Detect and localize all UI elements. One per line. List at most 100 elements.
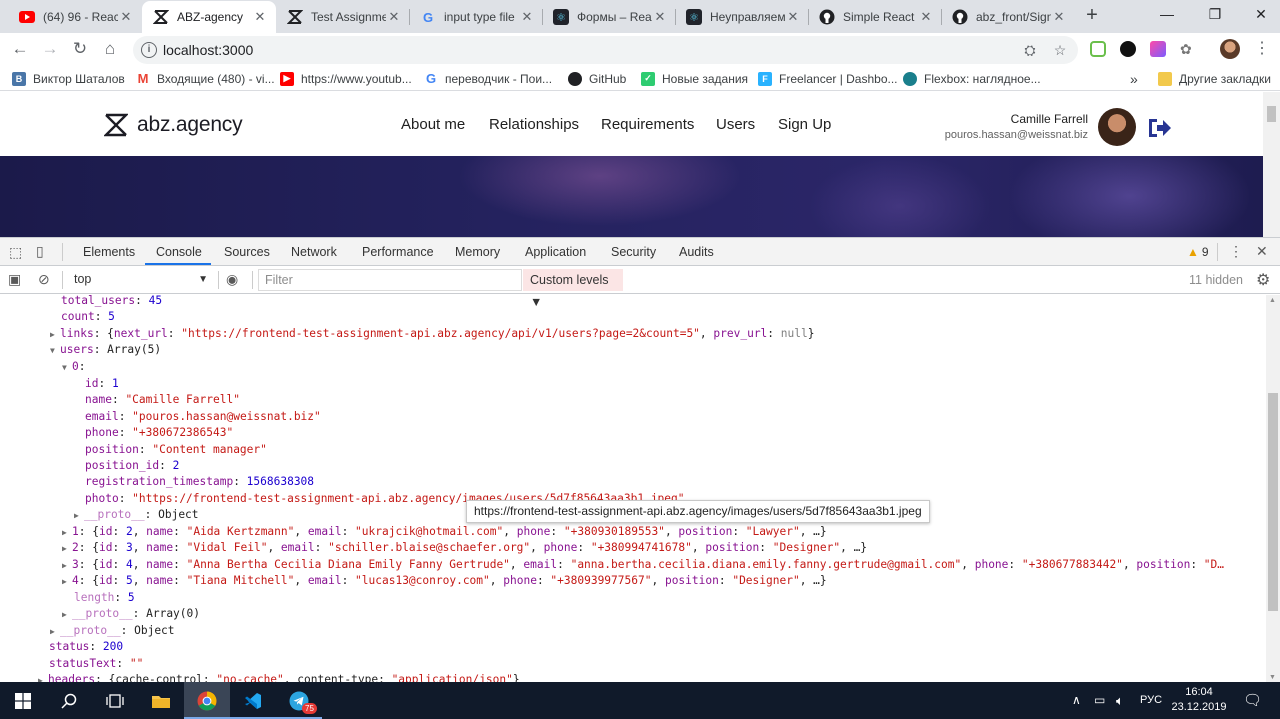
eye-icon[interactable]: ◉ xyxy=(226,271,238,288)
settings-gear-icon[interactable]: ⚙ xyxy=(1256,270,1270,290)
tab-console[interactable]: Console xyxy=(156,245,202,259)
bookmark-item[interactable]: F Freelancer | Dashbo... xyxy=(758,70,898,87)
nav-requirements[interactable]: Requirements xyxy=(601,116,694,133)
other-bookmarks[interactable]: Другие закладки xyxy=(1158,70,1271,87)
console-line-users[interactable]: ▼ users: Array(5) xyxy=(50,342,161,358)
devtools-close-icon[interactable]: ✕ xyxy=(1256,243,1268,260)
console-scrollbar[interactable]: ▲ ▼ xyxy=(1266,295,1280,683)
tray-chevron-up-icon[interactable]: ∧ xyxy=(1072,682,1081,719)
telegram-icon[interactable]: 75 xyxy=(276,682,322,719)
task-view-icon[interactable] xyxy=(92,682,138,719)
tab-network[interactable]: Network xyxy=(291,245,337,259)
windows-start-icon[interactable] xyxy=(0,682,46,719)
extension-color-icon[interactable] xyxy=(1150,41,1166,57)
nav-sign-up[interactable]: Sign Up xyxy=(778,116,831,133)
profile-avatar[interactable] xyxy=(1220,39,1240,59)
browser-tab-6[interactable]: ⚛ Неуправляемые ✕ xyxy=(675,1,809,33)
url-text[interactable]: localhost:3000 xyxy=(163,42,253,58)
sign-out-icon[interactable] xyxy=(1148,117,1172,139)
tab-application[interactable]: Application xyxy=(525,245,586,259)
bookmark-item[interactable]: В Виктор Шаталов xyxy=(12,70,125,87)
tab-audits[interactable]: Audits xyxy=(679,245,714,259)
bookmark-item[interactable]: ✓ Новые задания xyxy=(641,70,748,87)
inspect-element-icon[interactable]: ⬚ xyxy=(9,244,22,261)
browser-tab-5[interactable]: ⚛ Формы – React ✕ xyxy=(542,1,676,33)
close-icon[interactable]: ✕ xyxy=(118,9,134,25)
clock[interactable]: 16:04 23.12.2019 xyxy=(1168,685,1230,715)
nav-about-me[interactable]: About me xyxy=(401,116,465,133)
more-bookmarks-chevron-icon[interactable]: » xyxy=(1130,70,1138,87)
url-tooltip: https://frontend-test-assignment-api.abz… xyxy=(466,500,930,523)
console-line-proto[interactable]: ▶ __proto__: Object xyxy=(74,507,199,523)
console-line-user-2[interactable]: ▶ 2: {id: 3, name: "Vidal Feil", email: "… xyxy=(62,540,867,556)
info-icon[interactable]: i xyxy=(141,42,157,58)
context-select[interactable]: top ▼ xyxy=(66,269,214,290)
address-bar[interactable]: i localhost:3000 ⛭ ☆ xyxy=(133,36,1078,64)
bookmark-item[interactable]: Gпереводчик - Пои... xyxy=(424,70,552,87)
devtools-menu-kebab-icon[interactable]: ⋮ xyxy=(1229,243,1243,260)
browser-tab-8[interactable]: abz_front/Sign ✕ xyxy=(941,1,1075,33)
volume-icon[interactable]: 🔈︎ xyxy=(1116,682,1124,719)
browser-tab-3[interactable]: Test Assignment ✕ xyxy=(276,1,410,33)
bookmark-item[interactable]: ▶ https://www.youtub... xyxy=(280,70,412,87)
search-icon[interactable] xyxy=(46,682,92,719)
nav-relationships[interactable]: Relationships xyxy=(489,116,579,133)
home-icon[interactable]: ⌂ xyxy=(98,37,122,61)
notifications-icon[interactable]: 🗨︎ xyxy=(1243,682,1262,719)
chrome-icon[interactable] xyxy=(184,682,230,719)
restore-icon[interactable]: ❐ xyxy=(1192,3,1238,25)
tab-security[interactable]: Security xyxy=(611,245,656,259)
extension-puzzle-icon[interactable]: ✿ xyxy=(1180,41,1196,57)
console-line-user-1[interactable]: ▶ 1: {id: 2, name: "Aida Kertzmann", emai… xyxy=(62,524,827,540)
close-icon[interactable]: ✕ xyxy=(519,9,535,25)
console-line-user-3[interactable]: ▶ 3: {id: 4, name: "Anna Bertha Cecilia D… xyxy=(62,557,1240,573)
console-line-proto[interactable]: ▶ __proto__: Array(0) xyxy=(62,606,200,622)
minimize-icon[interactable]: — xyxy=(1144,3,1190,25)
extension-play-icon[interactable] xyxy=(1120,41,1136,57)
tab-performance[interactable]: Performance xyxy=(362,245,434,259)
nav-users[interactable]: Users xyxy=(716,116,755,133)
log-levels-dropdown[interactable]: Custom levels ▼ xyxy=(523,269,623,309)
console-line-links[interactable]: ▶ links: {next_url: "https://frontend-tes… xyxy=(50,326,814,342)
language-indicator[interactable]: РУС xyxy=(1140,682,1162,719)
extension-node-icon[interactable] xyxy=(1090,41,1106,57)
site-logo[interactable]: abz.agency xyxy=(104,113,243,137)
sidebar-toggle-icon[interactable]: ▣ xyxy=(8,271,21,288)
tab-sources[interactable]: Sources xyxy=(224,245,270,259)
close-icon[interactable]: ✕ xyxy=(785,9,801,25)
close-icon[interactable]: ✕ xyxy=(652,9,668,25)
reload-icon[interactable]: ↻ xyxy=(68,37,92,61)
close-icon[interactable]: ✕ xyxy=(252,9,268,25)
console-line-user-4[interactable]: ▶ 4: {id: 5, name: "Tiana Mitchell", emai… xyxy=(62,573,827,589)
warnings-counter[interactable]: ▲ 9 xyxy=(1187,245,1209,259)
window-close-icon[interactable]: ✕ xyxy=(1238,3,1280,25)
tab-memory[interactable]: Memory xyxy=(455,245,500,259)
battery-icon[interactable]: ▭ xyxy=(1094,682,1105,719)
vscode-icon[interactable] xyxy=(230,682,276,719)
device-toolbar-icon[interactable]: ▯ xyxy=(36,243,44,260)
tab-title: Test Assignment xyxy=(311,10,386,24)
browser-tab-4[interactable]: G input type file ✕ xyxy=(409,1,543,33)
browser-tab-2[interactable]: ABZ-agency ✕ xyxy=(142,1,276,33)
browser-tab-7[interactable]: Simple React F ✕ xyxy=(808,1,942,33)
star-icon[interactable]: ☆ xyxy=(1052,42,1068,58)
close-icon[interactable]: ✕ xyxy=(386,9,402,25)
new-tab-plus-icon[interactable]: + xyxy=(1082,5,1102,25)
browser-tab-1[interactable]: (64) 96 - React ✕ xyxy=(8,1,142,33)
close-icon[interactable]: ✕ xyxy=(1051,9,1067,25)
filter-input[interactable]: Filter xyxy=(258,269,522,291)
back-arrow-icon[interactable]: ← xyxy=(8,37,32,61)
tab-elements[interactable]: Elements xyxy=(83,245,135,259)
menu-kebab-icon[interactable]: ⋮ xyxy=(1254,41,1270,57)
file-explorer-icon[interactable] xyxy=(138,682,184,719)
console-line-user-0[interactable]: ▼ 0: xyxy=(62,359,86,375)
translate-icon[interactable]: ⛭ xyxy=(1022,42,1038,58)
bookmark-item[interactable]: GitHub xyxy=(568,70,626,87)
page-scrollbar[interactable] xyxy=(1263,92,1280,237)
bookmark-item[interactable]: Flexbox: наглядное... xyxy=(903,70,1041,87)
forward-arrow-icon[interactable]: → xyxy=(38,37,62,61)
clear-console-icon[interactable]: ⊘ xyxy=(38,271,50,288)
console-line-proto[interactable]: ▶ __proto__: Object xyxy=(50,623,175,639)
bookmark-item[interactable]: M Входящие (480) - vi... xyxy=(136,70,275,87)
close-icon[interactable]: ✕ xyxy=(918,9,934,25)
